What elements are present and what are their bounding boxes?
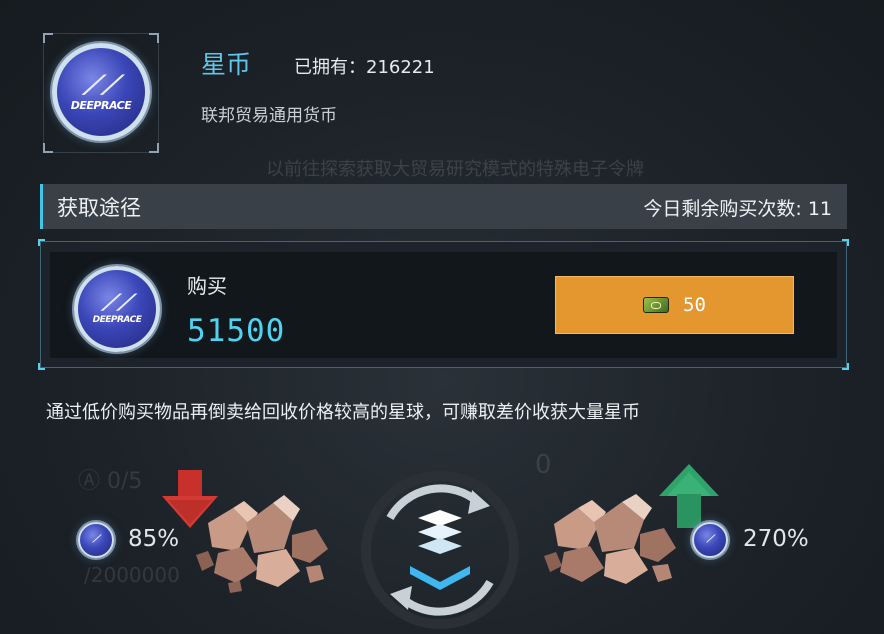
trade-tip-text: 通过低价购买物品再倒卖给回收价格较高的星球，可赚取差价收获大量星币 (46, 402, 640, 423)
coin-swoosh: ⟋⟋ (82, 70, 120, 101)
buy-amount: 51500 (187, 313, 286, 349)
currency-title: 星币 (201, 50, 252, 79)
star-coin-icon: ⟋⟋ DEEPRACE (52, 43, 150, 141)
star-coin-icon: ⟋ (78, 522, 114, 558)
buy-price: 50 (683, 294, 706, 316)
faint-background-text: 0 (535, 450, 552, 480)
panel-corner (842, 239, 849, 246)
sell-price-percent: 270% (743, 526, 809, 552)
price-up-arrow-icon (659, 464, 719, 528)
currency-description: 联邦贸易通用货币 (201, 106, 337, 126)
panel-corner (842, 363, 849, 370)
background-ghost-text: 以前往探索获取大贸易研究模式的特殊电子令牌 (266, 159, 644, 180)
frame-corner (43, 143, 53, 153)
coin-brand: DEEPRACE (70, 98, 132, 112)
owned-amount: 已拥有：216221 (294, 57, 435, 78)
exchange-cycle-icon[interactable] (360, 458, 520, 634)
panel-corner (38, 239, 45, 246)
coin-swoosh: ⟋⟋ (101, 291, 133, 316)
daily-purchase-remaining: 今日剩余购买次数: 11 (643, 198, 832, 220)
faint-background-text: Ⓐ 0/5 (78, 469, 143, 494)
star-coin-icon: ⟋⟋ DEEPRACE (74, 266, 160, 352)
coin-brand: DEEPRACE (92, 315, 142, 325)
coin-swoosh: ⟋ (706, 534, 714, 545)
frame-corner (149, 33, 159, 43)
frame-corner (149, 143, 159, 153)
buy-label: 购买 (187, 274, 227, 298)
panel-corner (38, 363, 45, 370)
buy-button[interactable]: 50 (555, 276, 794, 334)
ore-icon (196, 495, 328, 593)
frame-corner (43, 33, 53, 43)
acquisition-route-label: 获取途径 (57, 196, 141, 220)
ticket-icon (643, 297, 670, 313)
star-coin-icon: ⟋ (692, 522, 728, 558)
faint-background-text: /2000000 (84, 563, 180, 587)
coin-swoosh: ⟋ (92, 534, 100, 545)
